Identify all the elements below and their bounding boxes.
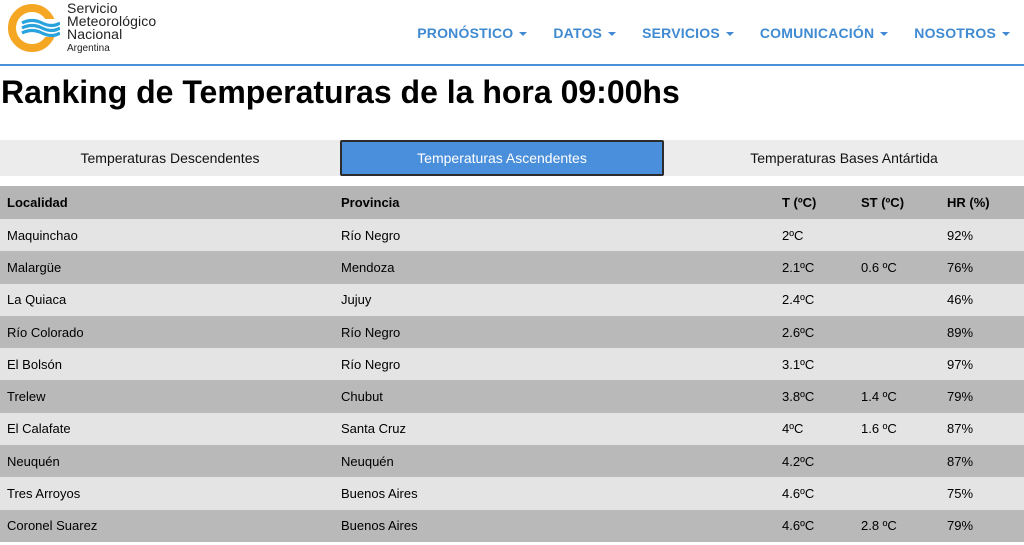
- cell-sensacion-termica: 1.4 ºC: [861, 389, 897, 405]
- cell-provincia: Santa Cruz: [341, 421, 407, 437]
- cell-humedad: 79%: [947, 518, 974, 534]
- cell-provincia: Neuquén: [341, 453, 394, 469]
- nav-nosotros[interactable]: NOSOTROS: [914, 25, 1010, 41]
- cell-temperatura: 4.6ºC: [782, 486, 815, 502]
- cell-humedad: 89%: [947, 324, 974, 340]
- cell-sensacion-termica: 0.6 ºC: [861, 259, 897, 275]
- table-row: Maquinchao Río Negro 2ºC 92%: [0, 219, 1024, 252]
- cell-provincia: Chubut: [341, 389, 383, 405]
- cell-temperatura: 2.1ºC: [782, 259, 815, 275]
- nav-servicios-label: SERVICIOS: [642, 25, 720, 41]
- cell-temperatura: 4ºC: [782, 421, 804, 437]
- table-row: Malargüe Mendoza 2.1ºC 0.6 ºC 76%: [0, 251, 1024, 284]
- caret-down-icon: [725, 32, 734, 36]
- cell-sensacion-termica: 1.6 ºC: [861, 421, 897, 437]
- main-nav: PRONÓSTICO DATOS SERVICIOS COMUNICACIÓN …: [417, 0, 1010, 66]
- cell-provincia: Río Negro: [341, 227, 401, 243]
- site-header: Servicio Meteorológico Nacional Argentin…: [0, 0, 1024, 66]
- nav-pronostico[interactable]: PRONÓSTICO: [417, 25, 528, 41]
- table-row: El Calafate Santa Cruz 4ºC 1.6 ºC 87%: [0, 412, 1024, 446]
- column-header-sensacion-termica[interactable]: ST (ºC): [854, 195, 940, 210]
- cell-provincia: Río Negro: [341, 324, 401, 340]
- ranking-tabs: Temperaturas Descendentes Temperaturas A…: [0, 140, 1024, 176]
- tab-temperaturas-bases-antartida[interactable]: Temperaturas Bases Antártida: [664, 140, 1024, 176]
- nav-pronostico-label: PRONÓSTICO: [417, 25, 514, 41]
- column-header-humedad[interactable]: HR (%): [940, 195, 1024, 210]
- cell-temperatura: 2ºC: [782, 227, 804, 243]
- table-row: El Bolsón Río Negro 3.1ºC 97%: [0, 348, 1024, 381]
- nav-datos[interactable]: DATOS: [553, 25, 617, 41]
- nav-servicios[interactable]: SERVICIOS: [642, 25, 734, 41]
- table-row: Trelew Chubut 3.8ºC 1.4 ºC 79%: [0, 380, 1024, 413]
- cell-localidad: Trelew: [7, 389, 46, 405]
- logo-line-3: Nacional: [67, 26, 123, 42]
- cell-temperatura: 4.6ºC: [782, 518, 815, 534]
- caret-down-icon: [519, 32, 528, 36]
- cell-humedad: 76%: [947, 259, 974, 275]
- cell-localidad: Tres Arroyos: [7, 486, 81, 502]
- table-row: Neuquén Neuquén 4.2ºC 87%: [0, 445, 1024, 478]
- cell-humedad: 75%: [947, 486, 974, 502]
- cell-localidad: Maquinchao: [7, 227, 78, 243]
- caret-down-icon: [608, 32, 617, 36]
- nav-nosotros-label: NOSOTROS: [914, 25, 996, 41]
- column-header-localidad[interactable]: Localidad: [0, 195, 334, 210]
- cell-temperatura: 2.6ºC: [782, 324, 815, 340]
- cell-localidad: Malargüe: [7, 259, 62, 275]
- cell-humedad: 46%: [947, 292, 974, 308]
- cell-temperatura: 4.2ºC: [782, 453, 815, 469]
- nav-datos-label: DATOS: [553, 25, 603, 41]
- cell-provincia: Jujuy: [341, 292, 372, 308]
- column-header-provincia[interactable]: Provincia: [334, 195, 775, 210]
- cell-humedad: 87%: [947, 421, 974, 437]
- cell-provincia: Río Negro: [341, 356, 401, 372]
- cell-sensacion-termica: 2.8 ºC: [861, 518, 897, 534]
- cell-localidad: Coronel Suarez: [7, 518, 98, 534]
- nav-comunicacion-label: COMUNICACIÓN: [759, 25, 875, 41]
- column-header-temperatura[interactable]: T (ºC): [775, 195, 854, 210]
- cell-localidad: Río Colorado: [7, 324, 84, 340]
- caret-down-icon: [1002, 32, 1010, 36]
- cell-humedad: 87%: [947, 453, 974, 469]
- nav-comunicacion[interactable]: COMUNICACIÓN: [759, 25, 889, 41]
- cell-localidad: Neuquén: [7, 453, 60, 469]
- cell-provincia: Mendoza: [341, 259, 395, 275]
- cell-humedad: 97%: [947, 356, 974, 372]
- cell-localidad: El Bolsón: [7, 356, 62, 372]
- cell-localidad: La Quiaca: [7, 292, 67, 308]
- smn-logo-icon[interactable]: [8, 4, 60, 52]
- cell-provincia: Buenos Aires: [341, 486, 418, 502]
- page-title: Ranking de Temperaturas de la hora 09:00…: [1, 74, 680, 110]
- logo-subtitle: Argentina: [67, 43, 110, 54]
- table-row: Río Colorado Río Negro 2.6ºC 89%: [0, 315, 1024, 349]
- cell-temperatura: 3.8ºC: [782, 389, 815, 405]
- tab-temperaturas-descendentes[interactable]: Temperaturas Descendentes: [0, 140, 340, 176]
- cell-humedad: 92%: [947, 227, 974, 243]
- logo-text[interactable]: Servicio Meteorológico Nacional Argentin…: [67, 1, 156, 55]
- caret-down-icon: [880, 32, 889, 36]
- cell-temperatura: 3.1ºC: [782, 356, 815, 372]
- table-row: Tres Arroyos Buenos Aires 4.6ºC 75%: [0, 477, 1024, 510]
- table-body: Maquinchao Río Negro 2ºC 92% Malargüe Mendoza…: [0, 219, 1024, 542]
- tab-temperaturas-ascendentes[interactable]: Temperaturas Ascendentes: [340, 140, 664, 176]
- table-header-row: Localidad Provincia T (ºC) ST (ºC) HR (%…: [0, 186, 1024, 219]
- table-row: La Quiaca Jujuy 2.4ºC 46%: [0, 283, 1024, 316]
- cell-provincia: Buenos Aires: [341, 518, 418, 534]
- temperature-table: Localidad Provincia T (ºC) ST (ºC) HR (%…: [0, 186, 1024, 542]
- cell-humedad: 79%: [947, 389, 974, 405]
- table-row: Coronel Suarez Buenos Aires 4.6ºC 2.8 ºC 79%: [0, 509, 1024, 542]
- cell-localidad: El Calafate: [7, 421, 71, 437]
- cell-temperatura: 2.4ºC: [782, 292, 815, 308]
